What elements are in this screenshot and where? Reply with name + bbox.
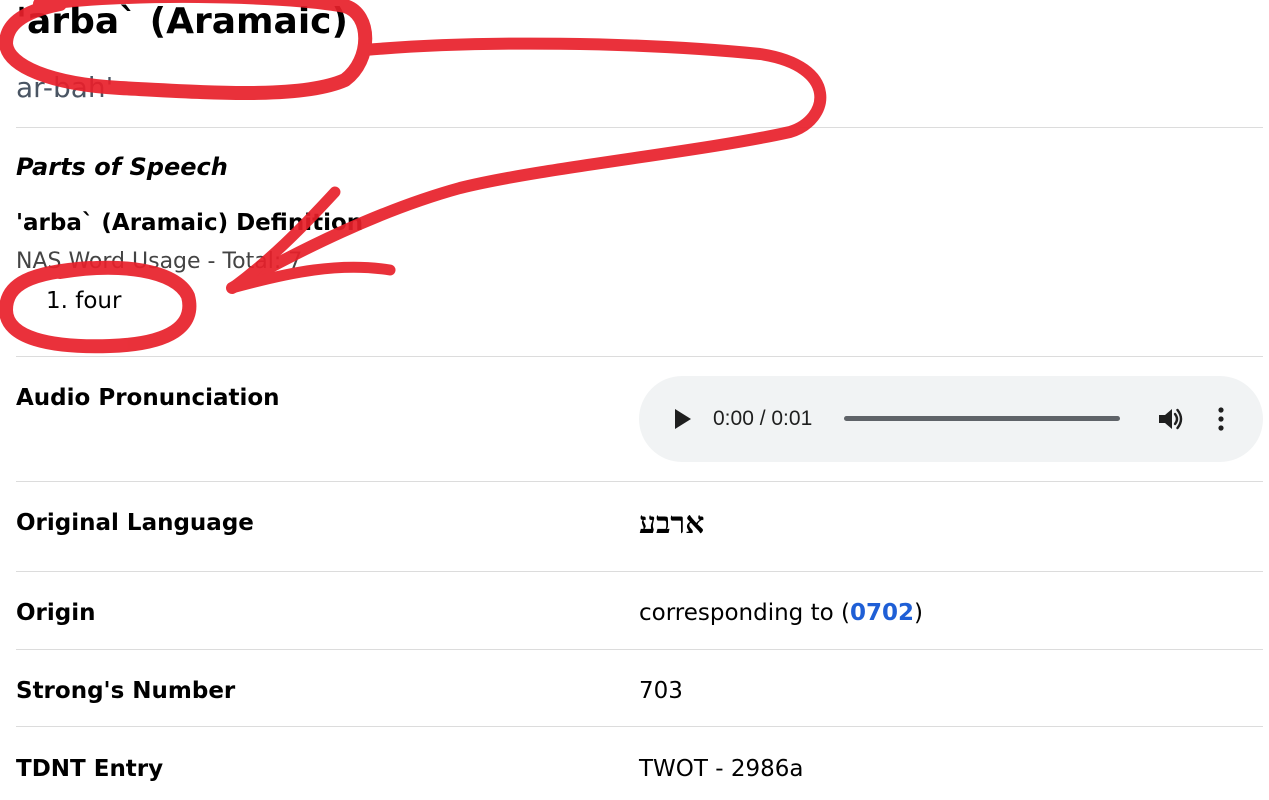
volume-icon[interactable] <box>1156 404 1186 434</box>
tdnt-entry-value: TWOT - 2986a <box>639 756 804 782</box>
divider <box>16 356 1263 357</box>
entry-pronunciation: ar-bah' <box>16 71 114 104</box>
audio-pronunciation-label: Audio Pronunciation <box>16 385 280 411</box>
word-usage-total: NAS Word Usage - Total: 7 <box>16 249 303 274</box>
origin-prefix: corresponding to ( <box>639 600 850 626</box>
original-language-label: Original Language <box>16 510 254 536</box>
original-language-value: ארבע <box>639 506 705 541</box>
definition-heading: 'arba` (Aramaic) Definition <box>16 210 364 236</box>
arrow-annotation <box>226 37 827 294</box>
audio-player[interactable]: 0:00 / 0:01 <box>639 376 1263 462</box>
audio-time: 0:00 / 0:01 <box>713 407 813 430</box>
tdnt-entry-label: TDNT Entry <box>16 756 164 782</box>
definition-item: 1. four <box>46 288 122 314</box>
lexicon-entry-page: 'arba` (Aramaic) ar-bah' Parts of Speech… <box>0 0 1269 800</box>
divider <box>16 571 1263 572</box>
origin-suffix: ) <box>913 600 923 626</box>
parts-of-speech-heading: Parts of Speech <box>16 153 228 181</box>
divider <box>16 649 1263 650</box>
play-icon[interactable] <box>669 406 695 432</box>
divider <box>16 127 1263 128</box>
divider <box>16 481 1263 482</box>
definition-list: 1. four <box>46 286 121 316</box>
more-options-icon[interactable] <box>1214 404 1228 434</box>
audio-seek-bar[interactable] <box>844 416 1120 421</box>
strongs-number-value: 703 <box>639 678 683 704</box>
strongs-number-label: Strong's Number <box>16 678 236 704</box>
origin-label: Origin <box>16 600 96 626</box>
origin-value: corresponding to (0702) <box>639 598 923 628</box>
divider <box>16 726 1263 727</box>
entry-title: 'arba` (Aramaic) <box>16 1 348 42</box>
origin-strongs-link[interactable]: 0702 <box>850 600 914 626</box>
